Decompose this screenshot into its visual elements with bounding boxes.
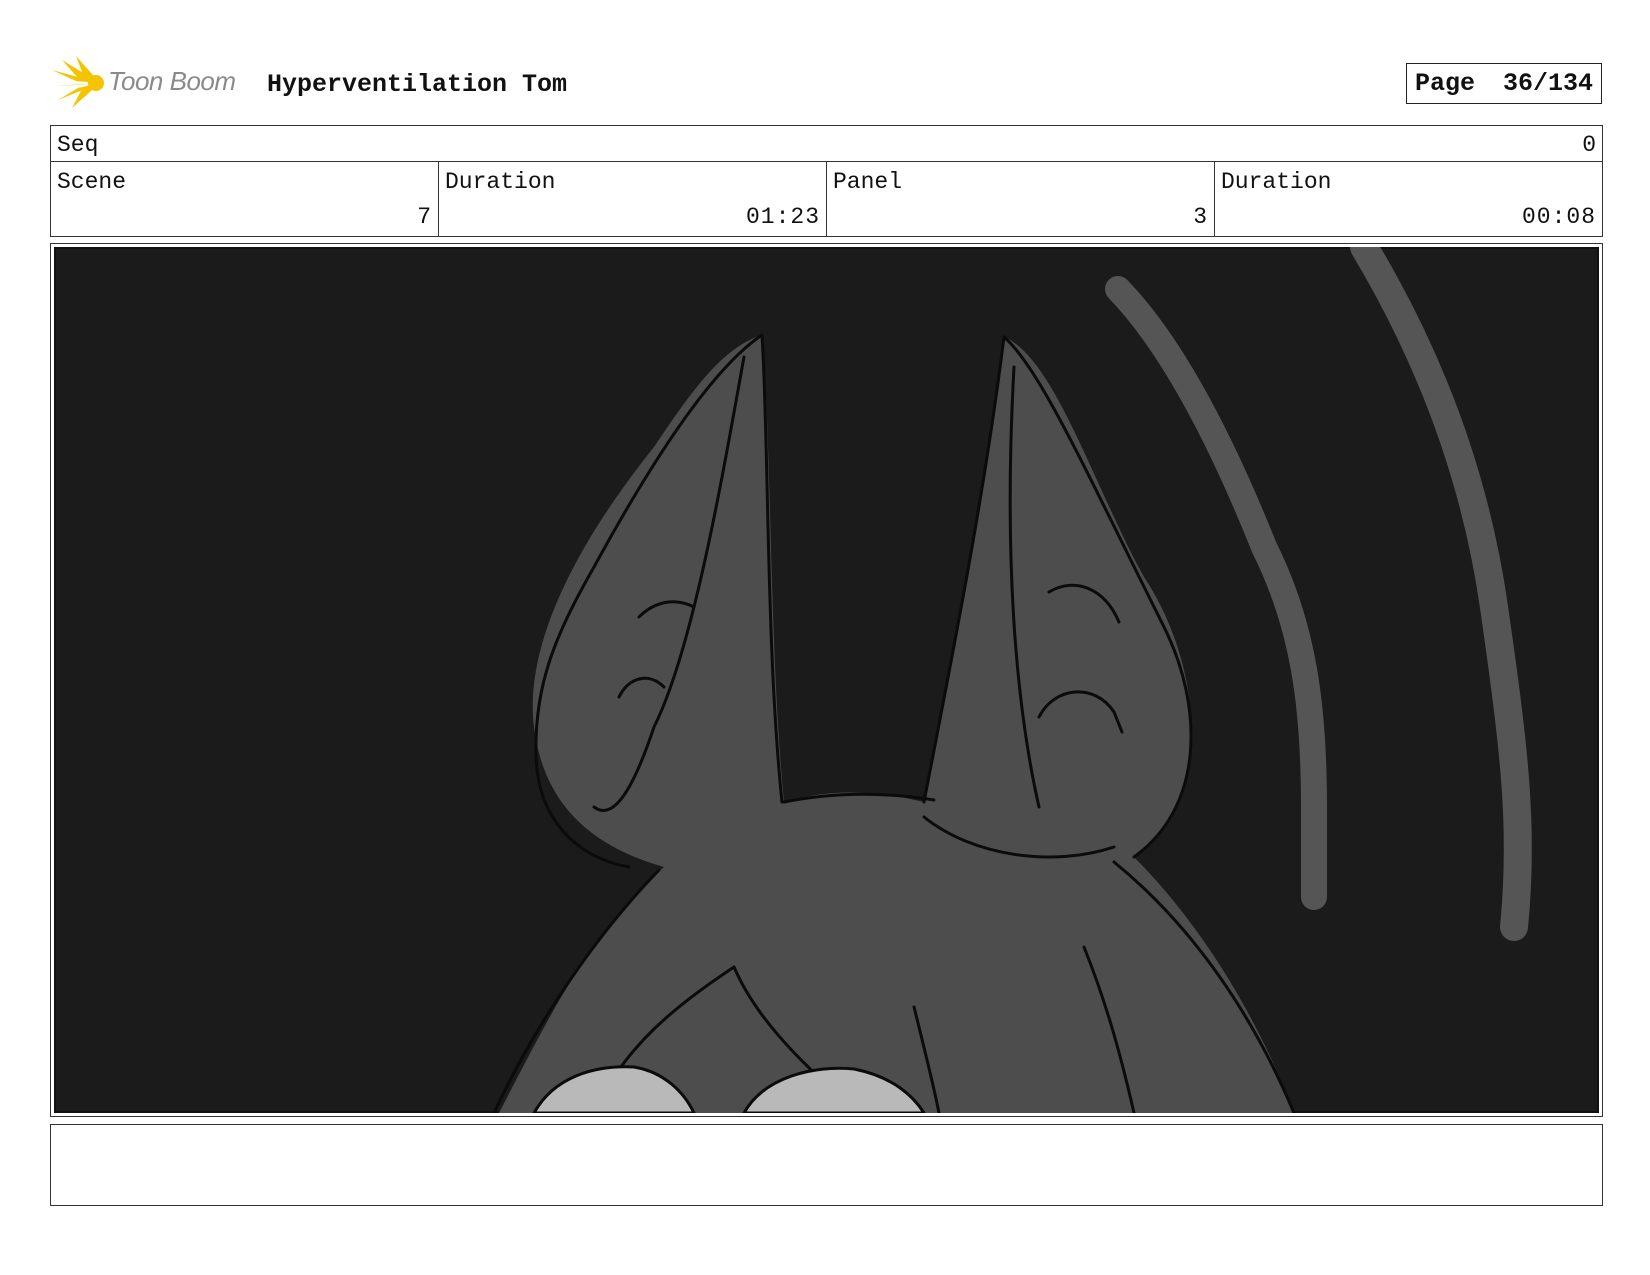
panel-cell: Panel 3	[827, 161, 1215, 236]
page-label: Page	[1415, 69, 1476, 98]
panel-label: Panel	[833, 169, 903, 195]
scene-duration-label: Duration	[445, 169, 556, 195]
scene-value: 7	[417, 204, 432, 230]
panel-value: 3	[1193, 204, 1208, 230]
seq-label: Seq	[57, 132, 99, 158]
scene-label: Scene	[57, 169, 127, 195]
page-number: 36/134	[1502, 69, 1593, 98]
panel-drawing	[54, 247, 1599, 1113]
scene-duration-cell: Duration 01:23	[439, 161, 827, 236]
seq-value: 0	[1582, 132, 1596, 158]
starburst-icon	[52, 56, 104, 108]
notes-box	[50, 1124, 1603, 1206]
seq-row: Seq 0	[50, 125, 1603, 162]
panel-duration-label: Duration	[1221, 169, 1332, 195]
scene-duration-value: 01:23	[745, 204, 820, 230]
toon-boom-logo: Toon Boom	[52, 56, 252, 110]
logo-text: Toon Boom	[108, 66, 236, 96]
storyboard-panel	[50, 243, 1603, 1117]
panel-duration-value: 00:08	[1521, 204, 1596, 230]
scene-cell: Scene 7	[51, 161, 439, 236]
panel-duration-cell: Duration 00:08	[1215, 161, 1602, 236]
project-title: Hyperventilation Tom	[267, 70, 568, 99]
page-indicator: Page 36/134	[1406, 63, 1602, 104]
scene-info-row: Scene 7 Duration 01:23 Panel 3 Duration …	[50, 161, 1603, 237]
